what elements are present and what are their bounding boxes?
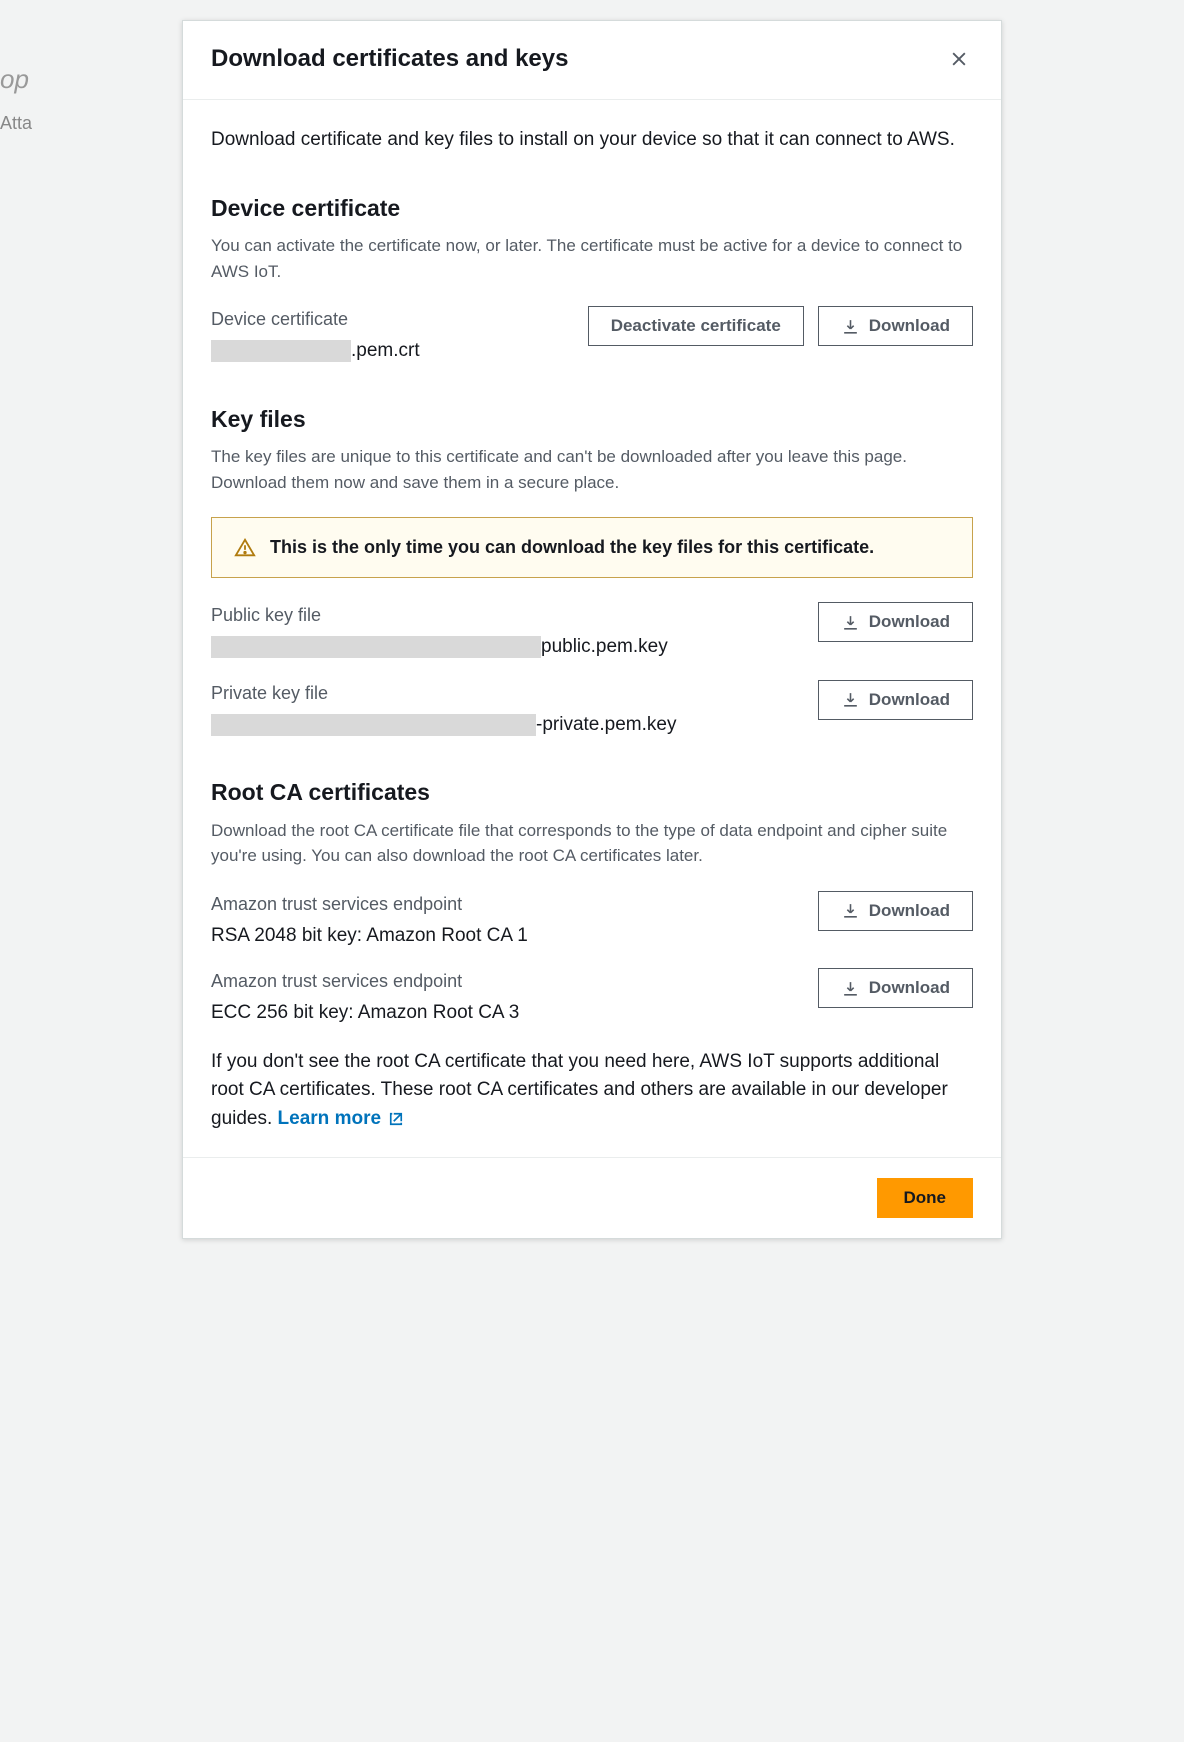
done-button[interactable]: Done	[877, 1178, 974, 1218]
deactivate-certificate-label: Deactivate certificate	[611, 316, 781, 336]
deactivate-certificate-button[interactable]: Deactivate certificate	[588, 306, 804, 346]
key-files-section: Key files The key files are unique to th…	[211, 402, 973, 740]
device-certificate-heading: Device certificate	[211, 191, 973, 226]
private-key-filename: -private.pem.key	[211, 711, 802, 740]
root-ca-row-rsa: Amazon trust services endpoint RSA 2048 …	[211, 891, 973, 951]
download-root-ca-rsa-label: Download	[869, 901, 950, 921]
root-ca-heading: Root CA certificates	[211, 775, 973, 810]
redacted-public-key-id	[211, 636, 541, 658]
public-key-label: Public key file	[211, 602, 802, 629]
root-ca-row-ecc: Amazon trust services endpoint ECC 256 b…	[211, 968, 973, 1028]
root-ca-ecc-label: Amazon trust services endpoint	[211, 968, 802, 995]
root-ca-rsa-value: RSA 2048 bit key: Amazon Root CA 1	[211, 922, 802, 951]
root-ca-footer-text: If you don't see the root CA certificate…	[211, 1048, 973, 1134]
device-certificate-row: Device certificate .pem.crt Deactivate c…	[211, 306, 973, 366]
download-root-ca-ecc-button[interactable]: Download	[818, 968, 973, 1008]
private-key-ext: -private.pem.key	[536, 711, 676, 740]
key-files-desc: The key files are unique to this certifi…	[211, 444, 973, 495]
download-icon	[841, 613, 860, 632]
root-ca-ecc-value: ECC 256 bit key: Amazon Root CA 3	[211, 999, 802, 1028]
device-certificate-desc: You can activate the certificate now, or…	[211, 233, 973, 284]
key-files-heading: Key files	[211, 402, 973, 437]
public-key-filename: public.pem.key	[211, 633, 802, 662]
key-files-warning-text: This is the only time you can download t…	[270, 534, 874, 561]
modal-header: Download certificates and keys	[183, 21, 1001, 100]
public-key-ext: public.pem.key	[541, 633, 668, 662]
page-behind-subtitle: Atta	[0, 110, 32, 137]
download-public-key-label: Download	[869, 612, 950, 632]
device-certificate-section: Device certificate You can activate the …	[211, 191, 973, 366]
modal-title: Download certificates and keys	[211, 41, 568, 77]
download-certificates-modal: Download certificates and keys Download …	[182, 20, 1002, 1239]
learn-more-label: Learn more	[278, 1105, 381, 1134]
download-icon	[841, 979, 860, 998]
device-certificate-filename: .pem.crt	[211, 337, 572, 366]
external-link-icon	[387, 1110, 405, 1128]
modal-body: Download certificate and key files to in…	[183, 100, 1001, 1157]
redacted-private-key-id	[211, 714, 536, 736]
download-private-key-button[interactable]: Download	[818, 680, 973, 720]
modal-intro-text: Download certificate and key files to in…	[211, 126, 973, 155]
warning-icon	[234, 537, 256, 559]
download-icon	[841, 317, 860, 336]
close-button[interactable]	[945, 45, 973, 73]
learn-more-link[interactable]: Learn more	[278, 1105, 405, 1134]
download-root-ca-rsa-button[interactable]: Download	[818, 891, 973, 931]
device-certificate-label: Device certificate	[211, 306, 572, 333]
public-key-row: Public key file public.pem.key Download	[211, 602, 973, 662]
download-icon	[841, 690, 860, 709]
modal-footer: Done	[183, 1157, 1001, 1238]
redacted-cert-id	[211, 340, 351, 362]
private-key-row: Private key file -private.pem.key Downlo…	[211, 680, 973, 740]
root-ca-section: Root CA certificates Download the root C…	[211, 775, 973, 1133]
root-ca-desc: Download the root CA certificate file th…	[211, 818, 973, 869]
done-button-label: Done	[904, 1188, 947, 1208]
download-private-key-label: Download	[869, 690, 950, 710]
download-root-ca-ecc-label: Download	[869, 978, 950, 998]
download-public-key-button[interactable]: Download	[818, 602, 973, 642]
download-certificate-button[interactable]: Download	[818, 306, 973, 346]
close-icon	[949, 49, 969, 69]
device-certificate-ext: .pem.crt	[351, 337, 420, 366]
download-icon	[841, 901, 860, 920]
private-key-label: Private key file	[211, 680, 802, 707]
key-files-warning-alert: This is the only time you can download t…	[211, 517, 973, 578]
root-ca-rsa-label: Amazon trust services endpoint	[211, 891, 802, 918]
download-certificate-label: Download	[869, 316, 950, 336]
page-behind-title: op	[0, 60, 29, 99]
